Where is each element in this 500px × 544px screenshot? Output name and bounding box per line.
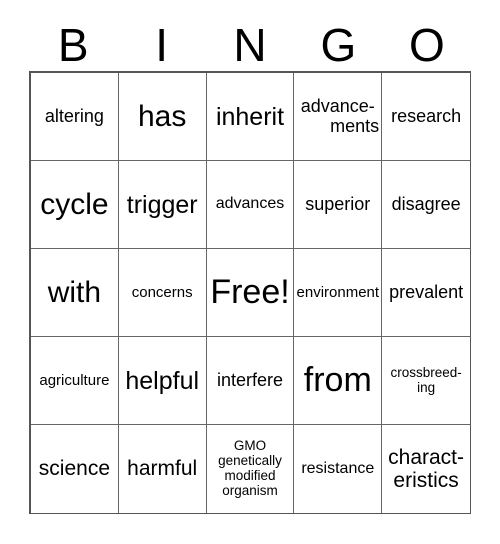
bingo-cell[interactable]: concerns: [118, 249, 207, 337]
bingo-cell-label: superior: [305, 194, 371, 215]
bingo-cell-label: altering: [44, 106, 104, 127]
bingo-cell-label: has: [138, 99, 187, 133]
bingo-cell[interactable]: GMO genetically modified organism: [206, 425, 295, 513]
header-letter-i: I: [155, 18, 168, 71]
bingo-cell-label: charact-eristics: [384, 446, 468, 492]
bingo-cell[interactable]: with: [31, 249, 119, 337]
bingo-cell-label: disagree: [391, 194, 461, 215]
bingo-cell-label: harmful: [127, 457, 198, 481]
bingo-cell-label: Free!: [210, 272, 290, 311]
bingo-cell-line: GMO: [233, 438, 267, 454]
header-letter-o: O: [408, 18, 445, 71]
bingo-cell-label: trigger: [126, 190, 198, 219]
header-letter-b: B: [57, 18, 89, 71]
bingo-cell[interactable]: interfere: [206, 337, 295, 425]
header-letter-n: N: [233, 18, 267, 71]
bingo-cell-label: from: [303, 360, 372, 399]
bingo-cell-label: inherit: [215, 102, 285, 131]
bingo-cell-label: concerns: [131, 283, 193, 301]
bingo-cell[interactable]: inherit: [206, 73, 295, 161]
bingo-grid: altering has inherit advance-ments research c…: [29, 71, 471, 514]
bingo-cell-line: genetically: [218, 453, 282, 469]
bingo-cell-line: ing: [417, 379, 436, 395]
bingo-cell-label: cycle: [40, 187, 109, 221]
bingo-cell-label: crossbreed-ing: [384, 364, 468, 396]
bingo-cell[interactable]: cycle: [31, 161, 119, 249]
bingo-card: B I N G O altering has inherit advance-ment…: [0, 0, 500, 544]
bingo-cell-label: with: [47, 275, 102, 309]
header-letter-g: G: [320, 18, 357, 71]
bingo-cell-line: modified: [224, 468, 276, 483]
bingo-cell[interactable]: advances: [206, 161, 295, 249]
bingo-cell-label: interfere: [216, 370, 284, 391]
bingo-cell-label: prevalent: [389, 282, 464, 303]
bingo-cell-line: crossbreed-: [390, 364, 462, 380]
bingo-cell[interactable]: disagree: [382, 161, 470, 249]
bingo-cell-label: agriculture: [39, 371, 110, 389]
bingo-cell-label: helpful: [125, 366, 200, 395]
bingo-header-row: B I N G O: [29, 18, 471, 71]
bingo-cell-line: ments: [330, 115, 380, 136]
bingo-cell[interactable]: science: [31, 425, 119, 513]
bingo-cell-free[interactable]: Free!: [206, 249, 295, 337]
bingo-cell[interactable]: harmful: [118, 425, 207, 513]
bingo-cell[interactable]: altering: [31, 73, 119, 161]
bingo-cell-label: GMO genetically modified organism: [209, 438, 292, 498]
bingo-cell-line: organism: [222, 482, 278, 498]
bingo-cell[interactable]: agriculture: [31, 337, 119, 425]
bingo-cell-label: advances: [215, 195, 285, 213]
bingo-cell-label: environment: [296, 283, 380, 301]
bingo-cell[interactable]: helpful: [118, 337, 207, 425]
bingo-cell-label: advance-ments: [296, 95, 380, 137]
bingo-cell[interactable]: has: [118, 73, 207, 161]
bingo-cell[interactable]: resistance: [294, 425, 383, 513]
bingo-cell[interactable]: environment: [294, 249, 383, 337]
bingo-cell[interactable]: advance-ments: [294, 73, 383, 161]
bingo-cell-line: eristics: [393, 469, 459, 492]
bingo-cell[interactable]: superior: [294, 161, 383, 249]
bingo-cell[interactable]: research: [382, 73, 470, 161]
bingo-cell-label: resistance: [301, 459, 375, 477]
bingo-cell[interactable]: trigger: [118, 161, 207, 249]
bingo-cell-label: research: [391, 106, 462, 127]
bingo-cell[interactable]: prevalent: [382, 249, 470, 337]
bingo-cell-label: science: [38, 457, 110, 481]
bingo-cell-line: advance-: [300, 95, 375, 116]
bingo-cell-line: charact-: [388, 445, 465, 469]
bingo-cell[interactable]: charact-eristics: [382, 425, 470, 513]
bingo-cell[interactable]: crossbreed-ing: [382, 337, 470, 425]
bingo-cell[interactable]: from: [294, 337, 383, 425]
